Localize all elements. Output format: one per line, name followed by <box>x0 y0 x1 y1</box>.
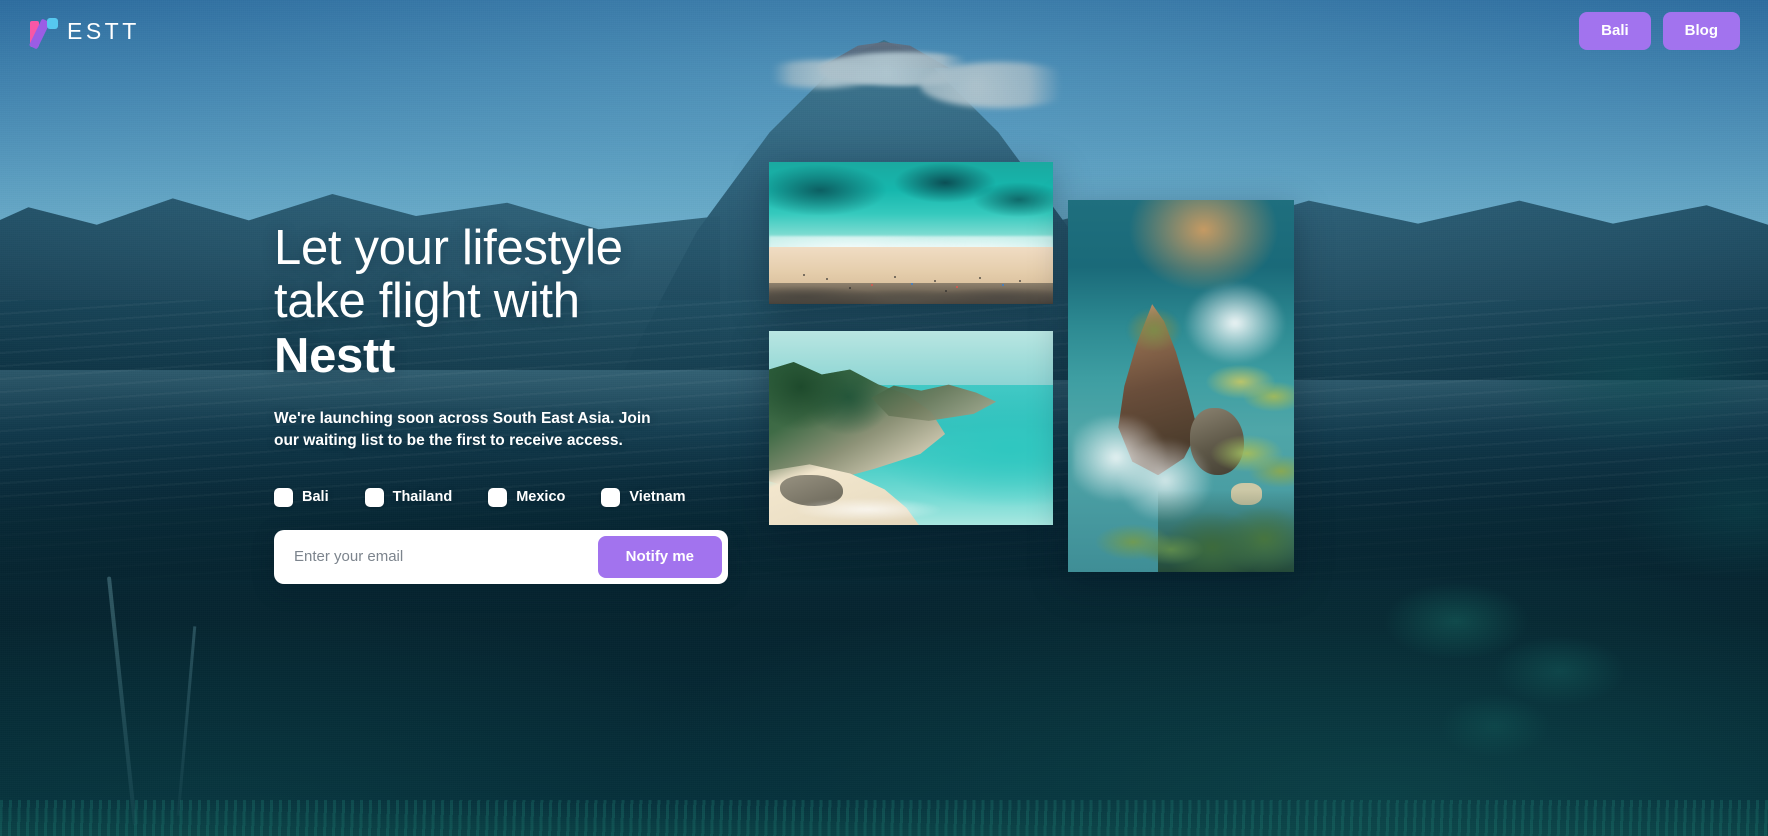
top-navigation: ESTT Bali Blog <box>0 0 1768 62</box>
destination-option-mexico[interactable]: Mexico <box>488 487 566 507</box>
logo-blue-square <box>47 18 58 29</box>
brand-name: ESTT <box>67 17 140 44</box>
checkbox-mexico[interactable] <box>488 487 508 507</box>
photo-aerial-beach[interactable] <box>769 162 1053 304</box>
checkbox-thailand[interactable] <box>364 487 384 507</box>
grass-strip <box>0 800 1768 836</box>
destination-label-thailand: Thailand <box>392 489 453 506</box>
headline-line-1: Let your lifestyle <box>274 221 623 275</box>
notify-me-button[interactable]: Notify me <box>597 535 722 578</box>
nav-actions: Bali Blog <box>1579 12 1740 50</box>
destination-option-thailand[interactable]: Thailand <box>364 487 453 507</box>
destination-label-vietnam: Vietnam <box>629 489 686 506</box>
brand-logo[interactable]: ESTT <box>28 15 140 50</box>
destination-option-bali[interactable]: Bali <box>274 487 329 507</box>
nav-button-bali[interactable]: Bali <box>1579 12 1651 50</box>
destination-label-bali: Bali <box>302 489 329 506</box>
photo2-shoreline <box>797 497 974 522</box>
headline-line-2: take flight with <box>274 273 580 328</box>
page-title: Let your lifestyle take flight with Nest… <box>274 222 774 383</box>
photo-coastal-cliffs[interactable] <box>769 331 1053 525</box>
photo3-rock-moss <box>1122 304 1186 357</box>
destination-checkbox-group: Bali Thailand Mexico Vietnam <box>274 487 774 507</box>
email-input[interactable] <box>280 548 598 566</box>
hero-subcopy: We're launching soon across South East A… <box>274 409 651 450</box>
photo-sea-rock-palms[interactable] <box>1068 200 1294 572</box>
checkbox-bali[interactable] <box>274 487 293 507</box>
destination-label-mexico: Mexico <box>516 489 566 506</box>
nestt-logo-icon <box>28 15 62 50</box>
photo3-palm-bottom <box>1086 505 1204 572</box>
destination-option-vietnam[interactable]: Vietnam <box>601 487 686 507</box>
hero-copy: Let your lifestyle take flight with Nest… <box>274 222 774 584</box>
signup-form: Notify me <box>274 529 728 584</box>
headline-brand-word: Nestt <box>274 328 396 383</box>
checkbox-vietnam[interactable] <box>601 487 621 507</box>
hero-section: ESTT Bali Blog Let your lifestyle take f… <box>0 0 1768 836</box>
nav-button-blog[interactable]: Blog <box>1662 12 1740 50</box>
palm-cluster-right <box>1378 546 1638 796</box>
photo1-beachgoers <box>769 162 1053 304</box>
